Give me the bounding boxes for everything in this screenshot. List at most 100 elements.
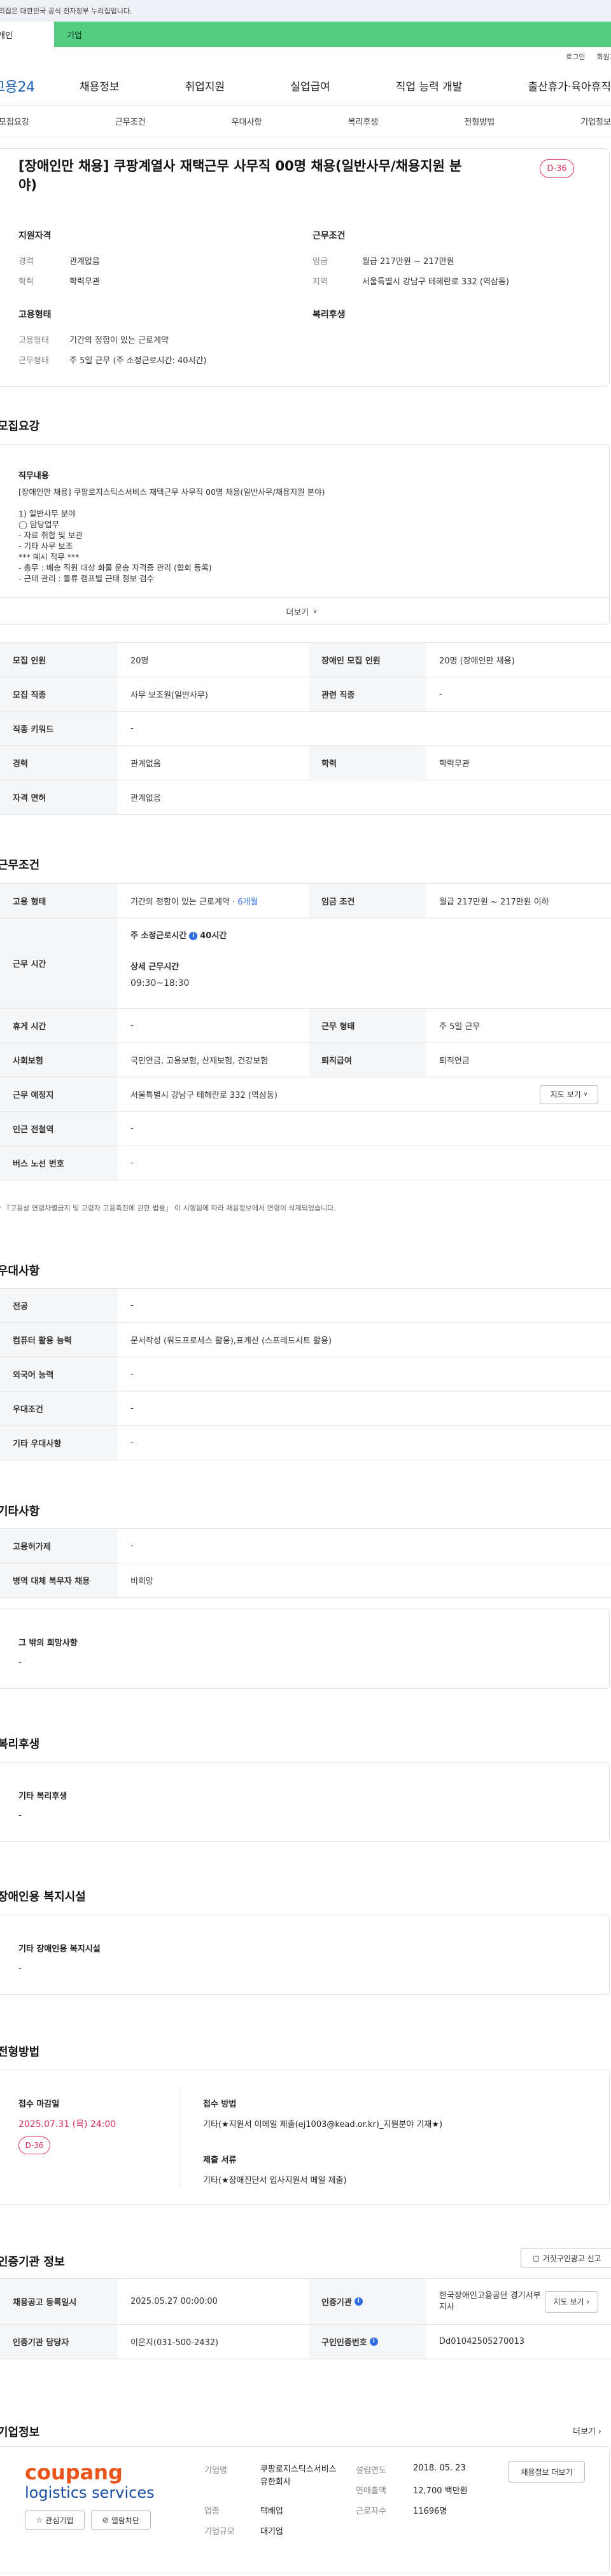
- table-row: 외국어 능력 -: [0, 1357, 611, 1392]
- duty-line: *** 예시 직무 ***: [18, 552, 80, 562]
- work-type-label: 근무형태: [18, 356, 49, 366]
- table-header: 모집 인원: [0, 643, 118, 677]
- table-cell: 2025.05.27 00:00:00: [130, 2297, 218, 2306]
- table-header: 구인인증번호 i: [309, 2325, 426, 2358]
- site-logo[interactable]: 고용24: [0, 76, 80, 96]
- anchor-company[interactable]: 기업정보: [580, 115, 611, 127]
- table-header: 장애인 모집 인원: [309, 643, 426, 677]
- gnb-item-unemployment-benefit[interactable]: 실업급여: [290, 78, 330, 93]
- table-row: 인근 전철역 -: [0, 1112, 611, 1146]
- region-label: 지역: [313, 277, 328, 287]
- info-icon[interactable]: i: [369, 2337, 378, 2346]
- gnb-item-employment-support[interactable]: 취업지원: [185, 78, 225, 93]
- org-map-button[interactable]: 지도 보기 ›: [545, 2290, 598, 2313]
- block-company-button[interactable]: ⊘ 열람차단: [91, 2510, 151, 2530]
- table-row: 모집 인원 20명 장애인 모집 인원 20명 (장애인만 채용): [0, 643, 611, 677]
- table-cell: -: [130, 1404, 134, 1413]
- duty-card: 직무내용 [장애인만 채용] 쿠팡로지스틱스서비스 재택근무 사무직 00명 채…: [0, 444, 610, 625]
- table-cell: 퇴직연금: [439, 1056, 470, 1066]
- login-link[interactable]: 로그인: [566, 52, 585, 62]
- table-row: 고용허가제 -: [0, 1529, 611, 1563]
- recruit-table: 모집 인원 20명 장애인 모집 인원 20명 (장애인만 채용) 모집 직종 …: [0, 642, 611, 815]
- table-cell: 문서작성 (워드프로세스 활용),표계산 (스프레드시트 활용): [130, 1336, 332, 1346]
- table-row: 컴퓨터 활용 능력 문서작성 (워드프로세스 활용),표계산 (스프레드시트 활용…: [0, 1323, 611, 1357]
- welfare-card: 기타 복리후생 -: [0, 1762, 610, 1842]
- utility-bar: 로그인 회원가입: [0, 47, 611, 66]
- table-row: 근무 시간 주 소정근로시간 i 40시간 상세 근무시간 09:30~18:30: [0, 918, 611, 1009]
- gov-banner-text: 이 누리집은 대한민국 공식 전자정부 누리집입니다.: [0, 7, 132, 15]
- gnb-menu: 채용정보 취업지원 실업급여 직업 능력 개발 출산휴가·육아휴직: [80, 78, 611, 93]
- table-header: 경력: [0, 746, 118, 780]
- table-header: 근무 시간: [0, 918, 118, 1008]
- join-link[interactable]: 회원가입: [597, 52, 611, 62]
- tab-personal[interactable]: 개인: [0, 22, 54, 47]
- company-jobs-button[interactable]: 채용정보 더보기: [509, 2461, 585, 2483]
- table-cell: 20명: [130, 656, 149, 666]
- job-summary-card: [장애인만 채용] 쿠팡계열사 재택근무 사무직 00명 채용(일반사무/채용지…: [0, 148, 610, 387]
- gnb-item-training[interactable]: 직업 능력 개발: [396, 78, 463, 93]
- info-icon[interactable]: i: [354, 2297, 363, 2306]
- table-cell: 서울특별시 강남구 테헤란로 332 (역삼동) 지도 보기 ∨: [118, 1077, 611, 1111]
- anchor-conditions[interactable]: 근무조건: [115, 115, 146, 127]
- employment-heading: 고용형태: [18, 310, 52, 320]
- gov-banner: 이 누리집은 대한민국 공식 전자정부 누리집입니다.: [0, 0, 611, 22]
- top-tab-bar: 개인 기업: [0, 22, 611, 47]
- tab-company[interactable]: 기업: [54, 22, 611, 47]
- anchor-welfare[interactable]: 복리후생: [348, 115, 378, 127]
- duty-content: [장애인만 채용] 쿠팡로지스틱스서비스 재택근무 사무직 00명 채용(일반사…: [18, 487, 579, 584]
- table-cell: 학력무관: [439, 759, 470, 769]
- table-row: 인증기관 담당자 이은지(031-500-2432) 구인인증번호 i Dd010…: [0, 2325, 611, 2359]
- table-header: 관련 직종: [309, 677, 426, 711]
- table-cell: 20명 (장애인만 채용): [439, 656, 515, 666]
- info-icon[interactable]: i: [189, 932, 198, 940]
- table-header: 모집 직종: [0, 677, 118, 711]
- document-icon: ▢: [533, 2254, 540, 2262]
- false-ad-report-button[interactable]: ▢ 거짓구인광고 신고: [521, 2248, 611, 2268]
- company-more-link[interactable]: 더보기 ›: [573, 2425, 601, 2437]
- anchor-preference[interactable]: 우대사항: [232, 115, 262, 127]
- duty-more-button[interactable]: 더보기 ∨: [0, 597, 609, 625]
- docs-heading: 제출 서류: [203, 2156, 237, 2165]
- screening-heading: 전형방법: [0, 2046, 40, 2059]
- table-header: 버스 노선 번호: [0, 1146, 118, 1180]
- contract-period: 6개월: [237, 897, 258, 907]
- preference-table: 전공 - 컴퓨터 활용 능력 문서작성 (워드프로세스 활용),표계산 (스프레드시…: [0, 1288, 611, 1460]
- favorite-company-button[interactable]: ☆ 관심기업: [25, 2510, 85, 2530]
- duty-line: - 자료 취합 및 보관: [18, 530, 83, 540]
- method-heading: 접수 방법: [203, 2100, 237, 2109]
- table-header: 임금 조건: [309, 884, 426, 918]
- table-header: 병역 대체 복무자 채용: [0, 1563, 118, 1597]
- map-view-button[interactable]: 지도 보기 ∨: [540, 1084, 598, 1104]
- table-header: 우대조건: [0, 1392, 118, 1425]
- certification-table: 채용공고 등록일시 2025.05.27 00:00:00 인증기관 i 한국장애…: [0, 2278, 611, 2359]
- table-cell: -: [439, 689, 442, 699]
- certification-heading: 인증기관 정보: [0, 2255, 65, 2269]
- dday-badge: D-36: [540, 159, 574, 178]
- table-header: 전공: [0, 1289, 118, 1322]
- table-cell: -: [130, 724, 134, 733]
- duty-line: - 기타 사무 보조: [18, 541, 73, 551]
- table-cell: -: [130, 1369, 134, 1379]
- global-nav: 고용24 채용정보 취업지원 실업급여 직업 능력 개발 출산휴가·육아휴직: [0, 66, 611, 106]
- docs-value: 기타(★장애진단서 입사지원서 메일 제출): [203, 2176, 347, 2185]
- table-header: 근무 예정지: [0, 1077, 118, 1111]
- deadline-value: 2025.07.31 (목) 24:00: [18, 2119, 116, 2129]
- table-row: 우대조건 -: [0, 1392, 611, 1426]
- duty-line: [장애인만 채용] 쿠팡로지스틱스서비스 재택근무 사무직 00명 채용(일반사…: [18, 487, 325, 497]
- table-cell: 월급 217만원 ~ 217만원 이하: [439, 897, 549, 907]
- anchor-recruit[interactable]: 모집요강: [0, 115, 29, 127]
- chevron-down-icon: ∨: [583, 1091, 588, 1098]
- gnb-item-jobs[interactable]: 채용정보: [80, 78, 120, 93]
- region-value: 서울특별시 강남구 테헤란로 332 (역삼동): [362, 277, 509, 287]
- table-cell: 한국장애인고용공단 경기서부지사 지도 보기 ›: [426, 2279, 611, 2324]
- gnb-item-parental-leave[interactable]: 출산휴가·육아휴직: [528, 78, 611, 93]
- duty-heading: 직무내용: [18, 471, 49, 481]
- disability-card: 기타 장애인용 복지시설 -: [0, 1915, 610, 1995]
- table-cell: -: [130, 1301, 134, 1310]
- anchor-screening[interactable]: 전형방법: [464, 115, 495, 127]
- others-table: 고용허가제 - 병역 대체 복무자 채용 비희망: [0, 1528, 611, 1598]
- table-cell: 주 소정근로시간 i 40시간 상세 근무시간 09:30~18:30: [130, 931, 227, 988]
- table-row: 경력 관계없음 학력 학력무관: [0, 746, 611, 780]
- table-cell: -: [130, 1158, 134, 1168]
- career-label: 경력: [18, 257, 34, 267]
